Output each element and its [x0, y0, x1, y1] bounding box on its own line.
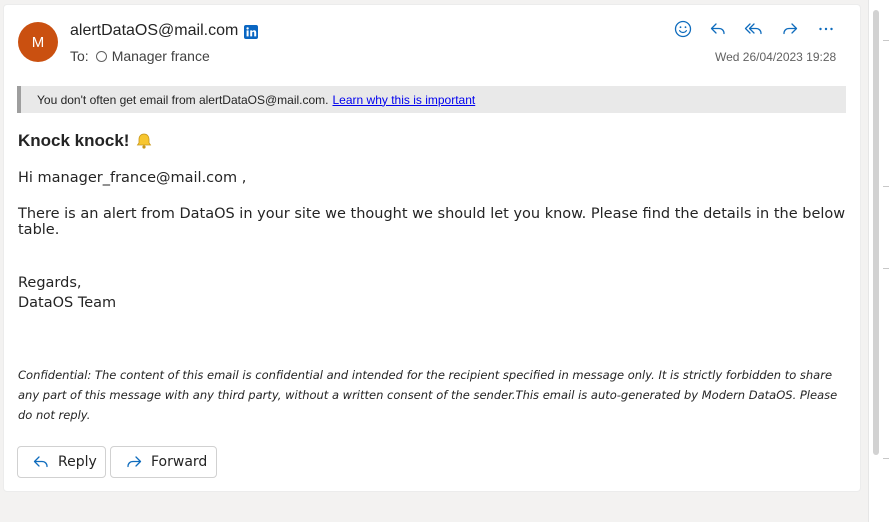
- external-sender-banner: You don't often get email from alertData…: [17, 86, 846, 113]
- regards-text: Regards,: [18, 275, 82, 291]
- confidential-notice: Confidential: The content of this email …: [18, 368, 838, 422]
- forward-icon: [127, 456, 142, 468]
- sender-email[interactable]: alertDataOS@mail.com: [70, 22, 238, 40]
- forward-icon[interactable]: [779, 18, 801, 40]
- banner-text: You don't often get email from alertData…: [37, 92, 329, 107]
- reply-button[interactable]: Reply: [17, 446, 106, 478]
- greeting-text: Hi manager_france@mail.com ,: [18, 170, 247, 186]
- message-text: There is an alert from DataOS in your si…: [18, 206, 846, 238]
- more-icon[interactable]: [815, 18, 837, 40]
- presence-icon: [95, 50, 107, 62]
- bell-icon: [137, 133, 152, 149]
- heading-text: Knock knock!: [18, 131, 130, 150]
- avatar-initial: M: [31, 33, 45, 51]
- edge-divider: [883, 186, 889, 187]
- reply-icon[interactable]: [707, 18, 729, 40]
- edge-divider: [883, 268, 889, 269]
- team-signature: DataOS Team: [18, 295, 117, 311]
- to-label: To:: [70, 48, 89, 64]
- recipient-name[interactable]: Manager france: [112, 48, 210, 64]
- forward-label: Forward: [151, 454, 208, 470]
- edge-divider: [883, 458, 889, 459]
- email-heading: Knock knock!: [18, 131, 153, 151]
- email-date: Wed 26/04/2023 19:28: [715, 50, 837, 64]
- linkedin-icon[interactable]: [244, 25, 258, 39]
- reply-label: Reply: [58, 454, 97, 470]
- forward-button[interactable]: Forward: [110, 446, 217, 478]
- learn-why-link[interactable]: Learn why this is important: [333, 93, 476, 107]
- reply-all-icon[interactable]: [743, 18, 765, 40]
- edge-divider: [883, 40, 889, 41]
- emoji-icon[interactable]: [672, 18, 694, 40]
- reply-icon: [33, 456, 48, 468]
- recipient-row: To: Manager france: [70, 48, 210, 64]
- avatar[interactable]: M: [18, 22, 58, 62]
